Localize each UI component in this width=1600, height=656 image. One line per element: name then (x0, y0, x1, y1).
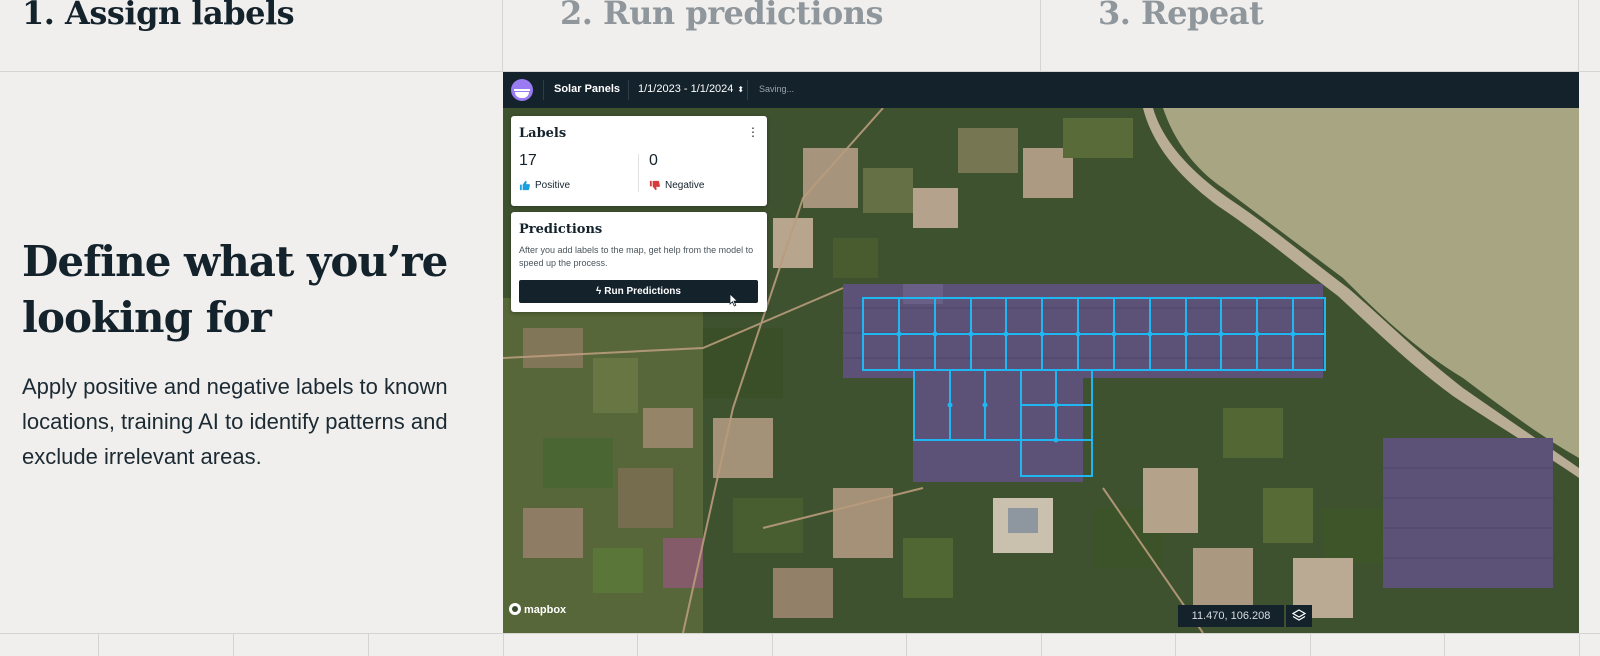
section-headline: Define what you’re looking for (22, 237, 448, 342)
step-label: 2. Run predictions (560, 0, 883, 32)
thumbs-down-icon (649, 180, 660, 191)
labels-panel: Labels ⋮ 17 0 Positive Negative (511, 116, 767, 206)
app-topbar: Solar Panels 1/1/2023 - 1/1/2024 ⬍ Saving… (503, 72, 1579, 108)
negative-label[interactable]: Negative (665, 180, 704, 191)
mouse-pointer-icon (729, 293, 739, 307)
layers-icon (1292, 609, 1306, 621)
labels-panel-title: Labels (519, 126, 567, 141)
predictions-description: After you add labels to the map, get hel… (519, 245, 754, 268)
layers-button[interactable] (1286, 605, 1312, 627)
date-range-value: 1/1/2023 - 1/1/2024 (638, 83, 734, 95)
run-predictions-button[interactable]: ϟ Run Predictions (519, 280, 758, 303)
step-assign-labels[interactable]: 1. Assign labels (0, 0, 503, 72)
date-range-selector[interactable]: 1/1/2023 - 1/1/2024 ⬍ (638, 83, 744, 95)
step-run-predictions[interactable]: 2. Run predictions (503, 0, 1041, 72)
predictions-panel-title: Predictions (519, 222, 603, 237)
positive-count: 17 (519, 152, 537, 169)
positive-label[interactable]: Positive (535, 180, 570, 191)
app-window: Solar Panels 1/1/2023 - 1/1/2024 ⬍ Saving… (503, 72, 1579, 633)
app-logo-icon[interactable] (511, 79, 533, 101)
section-description: Apply positive and negative labels to kn… (22, 374, 448, 469)
project-name[interactable]: Solar Panels (554, 83, 620, 95)
coordinates-readout: 11.470, 106.208 (1178, 605, 1284, 627)
step-repeat[interactable]: 3. Repeat (1041, 0, 1579, 72)
bottom-grid-strip (0, 633, 1600, 656)
mapbox-label: mapbox (524, 604, 567, 616)
step-label: 1. Assign labels (22, 0, 295, 32)
negative-count: 0 (649, 152, 658, 169)
thumbs-up-icon (519, 180, 530, 191)
step-label: 3. Repeat (1098, 0, 1264, 32)
mapbox-logo-icon (509, 603, 521, 615)
predictions-panel: Predictions After you add labels to the … (511, 212, 767, 312)
mapbox-attribution[interactable]: mapbox (509, 603, 566, 619)
more-options-icon[interactable]: ⋮ (747, 126, 759, 138)
run-predictions-label: Run Predictions (604, 286, 681, 297)
steps-header: 1. Assign labels 2. Run predictions 3. R… (0, 0, 1600, 72)
chevron-up-down-icon: ⬍ (737, 85, 745, 94)
save-status: Saving... (759, 84, 795, 94)
lightning-bolt-icon: ϟ (596, 286, 602, 297)
